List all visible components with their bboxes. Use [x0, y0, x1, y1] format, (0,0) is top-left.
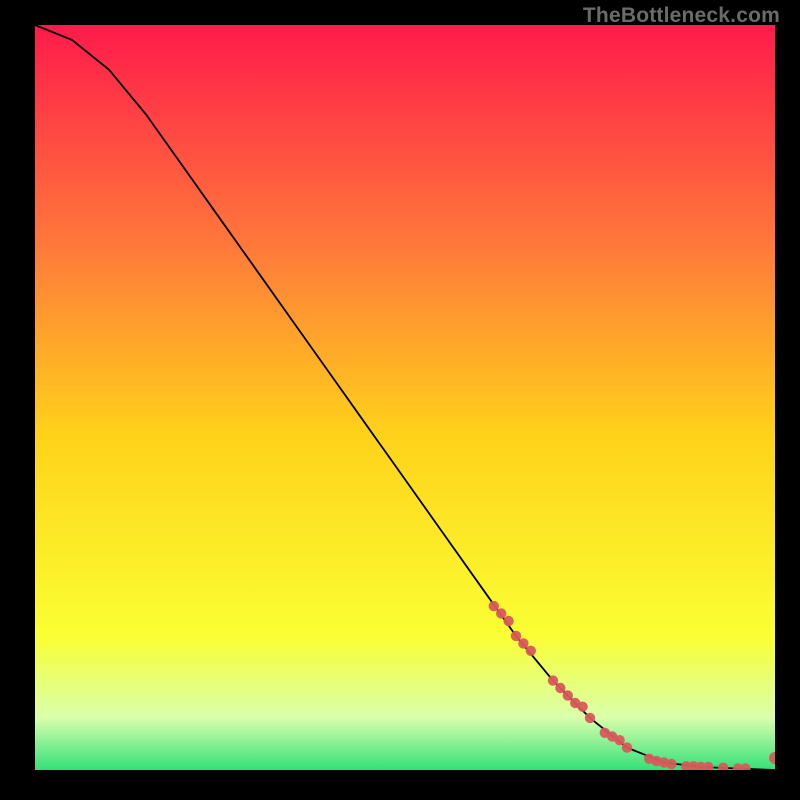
gradient-background: [35, 25, 775, 770]
marker-point: [622, 742, 632, 752]
marker-point: [585, 713, 595, 723]
marker-point: [518, 638, 528, 648]
marker-point: [496, 608, 506, 618]
marker-point: [666, 759, 676, 769]
marker-point: [555, 683, 565, 693]
chart-stage: TheBottleneck.com: [0, 0, 800, 800]
marker-point: [526, 646, 536, 656]
marker-point: [511, 631, 521, 641]
marker-point: [548, 675, 558, 685]
chart-plot-area: [35, 25, 775, 770]
marker-point: [577, 702, 587, 712]
chart-svg: [35, 25, 775, 770]
marker-point: [503, 616, 513, 626]
marker-point: [563, 690, 573, 700]
marker-point: [614, 735, 624, 745]
marker-point: [489, 601, 499, 611]
